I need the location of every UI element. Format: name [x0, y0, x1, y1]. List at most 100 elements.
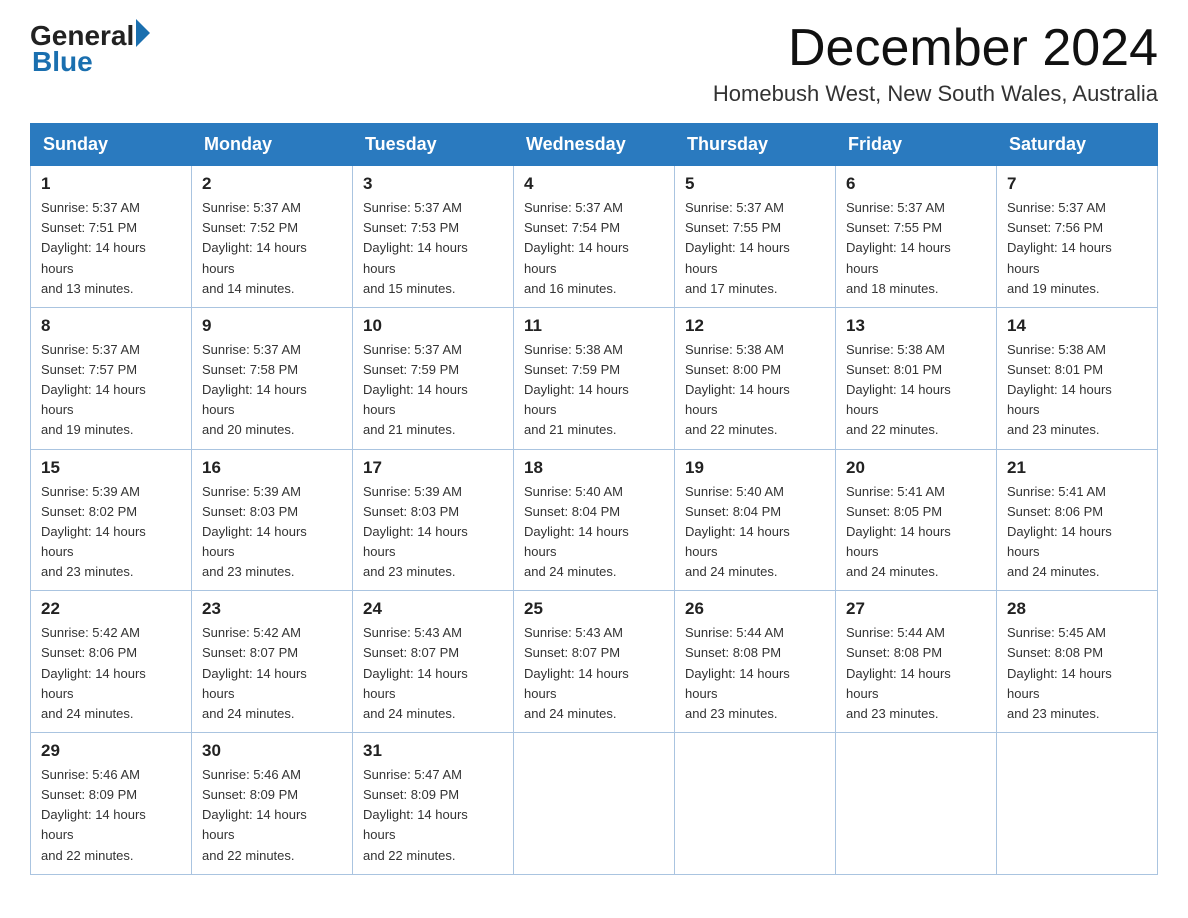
logo: General Blue — [30, 20, 150, 78]
day-info: Sunrise: 5:42 AMSunset: 8:07 PMDaylight:… — [202, 623, 342, 724]
day-info: Sunrise: 5:38 AMSunset: 7:59 PMDaylight:… — [524, 340, 664, 441]
calendar-cell — [514, 733, 675, 875]
day-info: Sunrise: 5:37 AMSunset: 7:59 PMDaylight:… — [363, 340, 503, 441]
day-number: 20 — [846, 458, 986, 478]
day-info: Sunrise: 5:37 AMSunset: 7:53 PMDaylight:… — [363, 198, 503, 299]
day-of-week-header: Friday — [836, 124, 997, 166]
calendar-cell: 9 Sunrise: 5:37 AMSunset: 7:58 PMDayligh… — [192, 307, 353, 449]
day-number: 8 — [41, 316, 181, 336]
day-number: 16 — [202, 458, 342, 478]
day-info: Sunrise: 5:40 AMSunset: 8:04 PMDaylight:… — [524, 482, 664, 583]
calendar-cell — [836, 733, 997, 875]
calendar-cell: 28 Sunrise: 5:45 AMSunset: 8:08 PMDaylig… — [997, 591, 1158, 733]
calendar-cell: 6 Sunrise: 5:37 AMSunset: 7:55 PMDayligh… — [836, 166, 997, 308]
logo-blue-text: Blue — [32, 46, 93, 78]
calendar-cell: 13 Sunrise: 5:38 AMSunset: 8:01 PMDaylig… — [836, 307, 997, 449]
calendar-cell: 12 Sunrise: 5:38 AMSunset: 8:00 PMDaylig… — [675, 307, 836, 449]
day-number: 25 — [524, 599, 664, 619]
calendar-week-row: 1 Sunrise: 5:37 AMSunset: 7:51 PMDayligh… — [31, 166, 1158, 308]
day-info: Sunrise: 5:38 AMSunset: 8:01 PMDaylight:… — [1007, 340, 1147, 441]
title-block: December 2024 Homebush West, New South W… — [713, 20, 1158, 107]
calendar-header-row: SundayMondayTuesdayWednesdayThursdayFrid… — [31, 124, 1158, 166]
day-info: Sunrise: 5:47 AMSunset: 8:09 PMDaylight:… — [363, 765, 503, 866]
day-number: 2 — [202, 174, 342, 194]
calendar-cell: 21 Sunrise: 5:41 AMSunset: 8:06 PMDaylig… — [997, 449, 1158, 591]
calendar-cell: 8 Sunrise: 5:37 AMSunset: 7:57 PMDayligh… — [31, 307, 192, 449]
day-info: Sunrise: 5:37 AMSunset: 7:56 PMDaylight:… — [1007, 198, 1147, 299]
calendar-cell: 29 Sunrise: 5:46 AMSunset: 8:09 PMDaylig… — [31, 733, 192, 875]
day-number: 24 — [363, 599, 503, 619]
day-number: 27 — [846, 599, 986, 619]
calendar-cell: 22 Sunrise: 5:42 AMSunset: 8:06 PMDaylig… — [31, 591, 192, 733]
day-number: 18 — [524, 458, 664, 478]
day-of-week-header: Saturday — [997, 124, 1158, 166]
day-number: 10 — [363, 316, 503, 336]
calendar-week-row: 22 Sunrise: 5:42 AMSunset: 8:06 PMDaylig… — [31, 591, 1158, 733]
calendar-cell: 23 Sunrise: 5:42 AMSunset: 8:07 PMDaylig… — [192, 591, 353, 733]
day-number: 28 — [1007, 599, 1147, 619]
day-number: 11 — [524, 316, 664, 336]
logo-arrow-icon — [136, 19, 150, 47]
day-of-week-header: Thursday — [675, 124, 836, 166]
day-number: 23 — [202, 599, 342, 619]
day-number: 15 — [41, 458, 181, 478]
day-number: 6 — [846, 174, 986, 194]
day-number: 29 — [41, 741, 181, 761]
calendar-week-row: 29 Sunrise: 5:46 AMSunset: 8:09 PMDaylig… — [31, 733, 1158, 875]
page-header: General Blue December 2024 Homebush West… — [30, 20, 1158, 107]
day-info: Sunrise: 5:42 AMSunset: 8:06 PMDaylight:… — [41, 623, 181, 724]
calendar-cell — [675, 733, 836, 875]
day-info: Sunrise: 5:37 AMSunset: 7:52 PMDaylight:… — [202, 198, 342, 299]
day-number: 1 — [41, 174, 181, 194]
calendar-cell: 26 Sunrise: 5:44 AMSunset: 8:08 PMDaylig… — [675, 591, 836, 733]
day-number: 22 — [41, 599, 181, 619]
day-info: Sunrise: 5:44 AMSunset: 8:08 PMDaylight:… — [846, 623, 986, 724]
calendar-cell: 16 Sunrise: 5:39 AMSunset: 8:03 PMDaylig… — [192, 449, 353, 591]
day-info: Sunrise: 5:45 AMSunset: 8:08 PMDaylight:… — [1007, 623, 1147, 724]
day-info: Sunrise: 5:39 AMSunset: 8:03 PMDaylight:… — [363, 482, 503, 583]
day-info: Sunrise: 5:38 AMSunset: 8:00 PMDaylight:… — [685, 340, 825, 441]
calendar-cell: 17 Sunrise: 5:39 AMSunset: 8:03 PMDaylig… — [353, 449, 514, 591]
day-info: Sunrise: 5:46 AMSunset: 8:09 PMDaylight:… — [41, 765, 181, 866]
calendar-cell: 31 Sunrise: 5:47 AMSunset: 8:09 PMDaylig… — [353, 733, 514, 875]
day-number: 31 — [363, 741, 503, 761]
day-number: 30 — [202, 741, 342, 761]
day-of-week-header: Monday — [192, 124, 353, 166]
calendar-cell: 5 Sunrise: 5:37 AMSunset: 7:55 PMDayligh… — [675, 166, 836, 308]
day-info: Sunrise: 5:37 AMSunset: 7:51 PMDaylight:… — [41, 198, 181, 299]
calendar-cell: 20 Sunrise: 5:41 AMSunset: 8:05 PMDaylig… — [836, 449, 997, 591]
day-number: 17 — [363, 458, 503, 478]
day-info: Sunrise: 5:44 AMSunset: 8:08 PMDaylight:… — [685, 623, 825, 724]
day-info: Sunrise: 5:39 AMSunset: 8:03 PMDaylight:… — [202, 482, 342, 583]
calendar-cell: 11 Sunrise: 5:38 AMSunset: 7:59 PMDaylig… — [514, 307, 675, 449]
day-number: 3 — [363, 174, 503, 194]
day-info: Sunrise: 5:43 AMSunset: 8:07 PMDaylight:… — [363, 623, 503, 724]
day-of-week-header: Sunday — [31, 124, 192, 166]
day-info: Sunrise: 5:37 AMSunset: 7:55 PMDaylight:… — [846, 198, 986, 299]
calendar-cell: 3 Sunrise: 5:37 AMSunset: 7:53 PMDayligh… — [353, 166, 514, 308]
day-info: Sunrise: 5:39 AMSunset: 8:02 PMDaylight:… — [41, 482, 181, 583]
calendar-cell: 10 Sunrise: 5:37 AMSunset: 7:59 PMDaylig… — [353, 307, 514, 449]
day-info: Sunrise: 5:41 AMSunset: 8:06 PMDaylight:… — [1007, 482, 1147, 583]
day-number: 5 — [685, 174, 825, 194]
day-info: Sunrise: 5:37 AMSunset: 7:58 PMDaylight:… — [202, 340, 342, 441]
day-info: Sunrise: 5:38 AMSunset: 8:01 PMDaylight:… — [846, 340, 986, 441]
day-number: 26 — [685, 599, 825, 619]
calendar-cell: 18 Sunrise: 5:40 AMSunset: 8:04 PMDaylig… — [514, 449, 675, 591]
day-number: 21 — [1007, 458, 1147, 478]
calendar-cell: 25 Sunrise: 5:43 AMSunset: 8:07 PMDaylig… — [514, 591, 675, 733]
calendar-cell: 7 Sunrise: 5:37 AMSunset: 7:56 PMDayligh… — [997, 166, 1158, 308]
day-number: 19 — [685, 458, 825, 478]
calendar-cell: 15 Sunrise: 5:39 AMSunset: 8:02 PMDaylig… — [31, 449, 192, 591]
calendar-cell: 30 Sunrise: 5:46 AMSunset: 8:09 PMDaylig… — [192, 733, 353, 875]
day-number: 12 — [685, 316, 825, 336]
calendar-cell: 24 Sunrise: 5:43 AMSunset: 8:07 PMDaylig… — [353, 591, 514, 733]
calendar-cell — [997, 733, 1158, 875]
month-year-title: December 2024 — [713, 20, 1158, 77]
day-info: Sunrise: 5:43 AMSunset: 8:07 PMDaylight:… — [524, 623, 664, 724]
day-number: 9 — [202, 316, 342, 336]
day-info: Sunrise: 5:37 AMSunset: 7:57 PMDaylight:… — [41, 340, 181, 441]
location-subtitle: Homebush West, New South Wales, Australi… — [713, 81, 1158, 107]
day-of-week-header: Wednesday — [514, 124, 675, 166]
day-number: 14 — [1007, 316, 1147, 336]
